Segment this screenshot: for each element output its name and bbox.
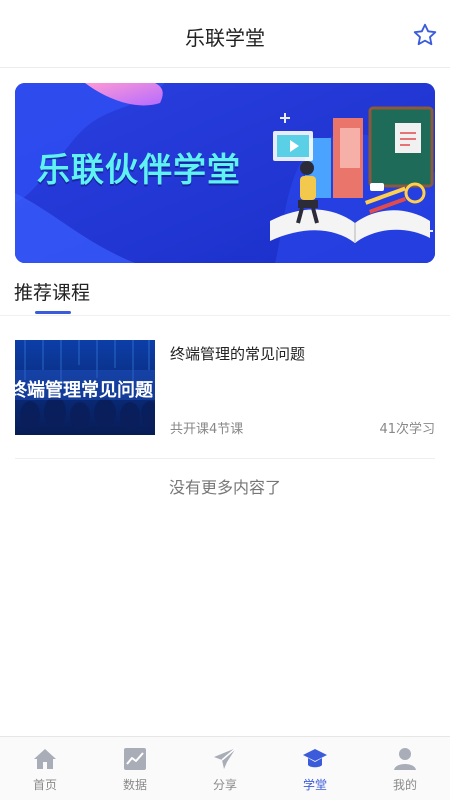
thumbnail-text: 终端管理常见问题 bbox=[15, 380, 153, 401]
user-icon bbox=[394, 748, 416, 770]
graduation-cap-icon bbox=[303, 749, 327, 768]
tab-label: 首页 bbox=[32, 778, 57, 792]
app-header: 乐联学堂 bbox=[0, 0, 450, 68]
section-divider bbox=[0, 315, 450, 316]
tab-me[interactable]: 我的 bbox=[360, 737, 450, 800]
tab-share[interactable]: 分享 bbox=[180, 737, 270, 800]
tab-label: 我的 bbox=[392, 778, 417, 792]
page-title: 乐联学堂 bbox=[185, 26, 265, 50]
chart-icon bbox=[124, 748, 146, 770]
tab-home[interactable]: 首页 bbox=[0, 737, 90, 800]
favorite-star-icon[interactable] bbox=[412, 22, 438, 48]
section-title-underline bbox=[35, 311, 71, 314]
tab-label: 分享 bbox=[212, 778, 237, 792]
bottom-tab-bar: 首页 数据 分享 学堂 我的 bbox=[0, 736, 450, 800]
tab-data[interactable]: 数据 bbox=[90, 737, 180, 800]
tab-academy[interactable]: 学堂 bbox=[270, 737, 360, 800]
section-title: 推荐课程 bbox=[14, 282, 91, 304]
course-lesson-count: 共开课4节课 bbox=[170, 422, 244, 437]
paper-plane-icon bbox=[214, 747, 237, 769]
tab-label: 学堂 bbox=[302, 778, 327, 792]
tab-label: 数据 bbox=[122, 778, 147, 792]
course-list-item[interactable]: 终端管理常见问题 终端管理的常见问题 共开课4节课 41次学习 bbox=[15, 340, 435, 437]
course-thumbnail: 终端管理常见问题 bbox=[15, 340, 155, 435]
banner-title: 乐联伙伴学堂 bbox=[37, 150, 241, 189]
list-end-message: 没有更多内容了 bbox=[168, 478, 281, 497]
list-divider bbox=[15, 458, 435, 459]
course-view-count: 41次学习 bbox=[379, 422, 435, 437]
promo-banner[interactable]: 乐联伙伴学堂 bbox=[15, 83, 435, 263]
home-icon bbox=[34, 749, 56, 769]
course-title: 终端管理的常见问题 bbox=[170, 345, 306, 363]
